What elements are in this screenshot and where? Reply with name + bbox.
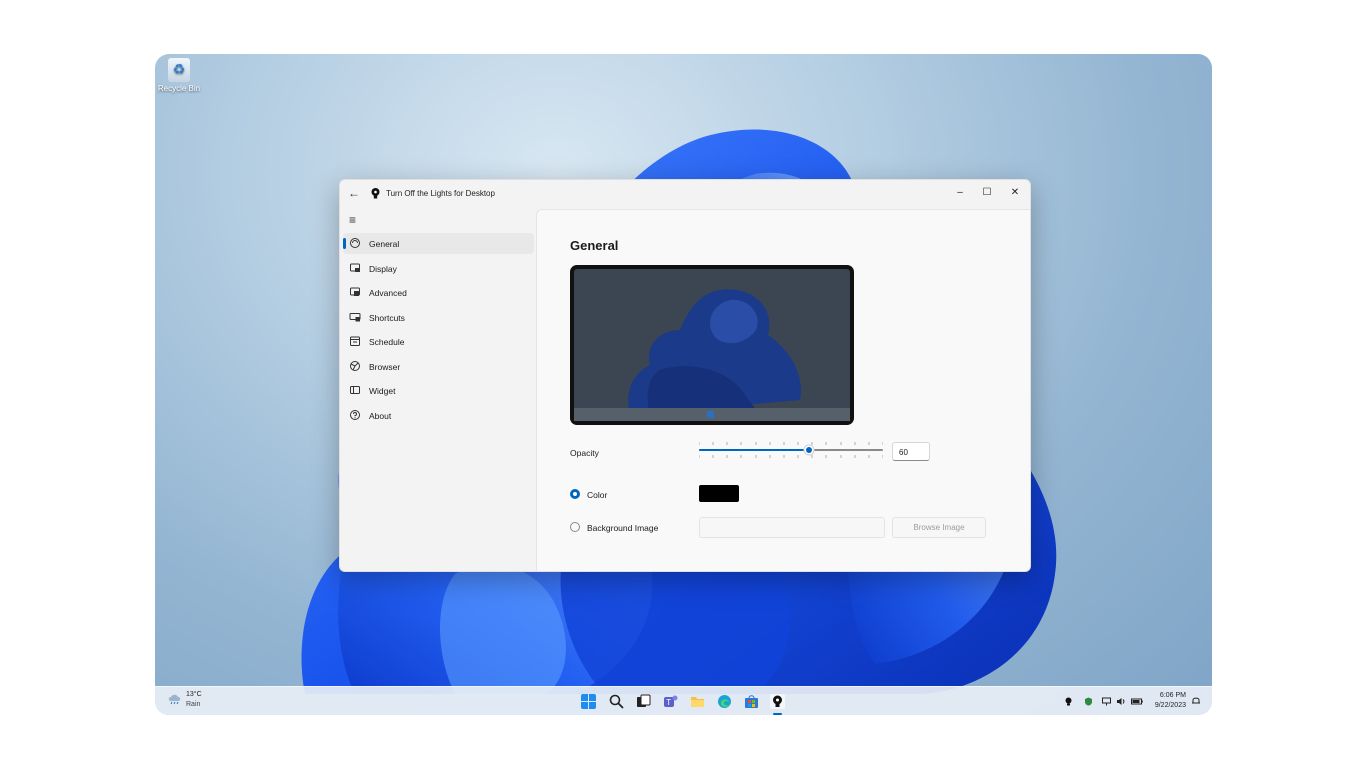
weather-temperature[interactable]: 13°C — [186, 691, 202, 698]
sidebar-item-label: General — [369, 239, 400, 249]
selection-indicator — [343, 238, 346, 249]
recycle-bin-label: Recycle Bin — [157, 84, 201, 93]
color-radio[interactable] — [570, 489, 580, 499]
advanced-icon — [350, 287, 360, 296]
app-window: ← Turn Off the Lights for Desktop – ☐ ✕ … — [339, 179, 1031, 572]
hamburger-menu-icon[interactable]: ≡ — [349, 213, 356, 227]
display-icon — [350, 263, 360, 272]
store-icon[interactable] — [744, 694, 759, 709]
network-icon[interactable] — [1102, 697, 1111, 706]
sidebar-item-label: About — [369, 410, 392, 421]
background-image-label[interactable]: Background Image — [587, 523, 658, 533]
sidebar-item-label: Shortcuts — [369, 312, 405, 323]
color-swatch-button[interactable] — [699, 485, 739, 502]
sidebar-item-label: Advanced — [369, 288, 407, 298]
clock-time: 6:06 PM — [1159, 692, 1186, 699]
sidebar-item-label: Display — [369, 263, 397, 274]
security-icon[interactable] — [1084, 697, 1093, 706]
file-explorer-icon[interactable] — [690, 694, 705, 709]
sidebar-item-label: Browser — [369, 361, 401, 372]
app-logo-icon — [371, 188, 380, 199]
recycle-bin-shortcut[interactable]: Recycle Bin — [157, 58, 201, 93]
maximize-button[interactable]: ☐ — [973, 184, 1001, 202]
start-icon[interactable] — [581, 694, 596, 709]
background-image-path-field[interactable] — [699, 517, 885, 538]
svg-text:T: T — [666, 698, 671, 707]
calendar-icon — [350, 336, 360, 346]
task-view-icon[interactable] — [636, 694, 651, 709]
general-icon — [350, 238, 360, 248]
desktop-preview — [570, 265, 854, 425]
sidebar-item-display[interactable]: Display — [343, 258, 534, 279]
clock-date: 9/22/2023 — [1154, 702, 1186, 709]
opacity-label: Opacity — [570, 448, 599, 458]
battery-icon[interactable] — [1131, 697, 1143, 706]
teams-icon[interactable]: T — [663, 694, 678, 709]
sidebar-item-advanced[interactable]: Advanced — [343, 282, 534, 303]
minimize-button[interactable]: – — [946, 184, 974, 202]
general-page: General Opacity 60 Color Background Imag… — [536, 209, 1030, 571]
opacity-value-input[interactable]: 60 — [892, 442, 930, 461]
globe-icon — [350, 360, 360, 371]
background-image-radio[interactable] — [570, 522, 580, 532]
notification-bell-icon[interactable] — [1192, 696, 1200, 705]
sidebar-item-about[interactable]: About — [343, 405, 534, 426]
sidebar-item-browser[interactable]: Browser — [343, 356, 534, 377]
widget-icon — [350, 386, 360, 394]
browse-image-button[interactable]: Browse Image — [892, 517, 986, 538]
page-title: General — [570, 238, 619, 253]
close-button[interactable]: ✕ — [1001, 184, 1029, 202]
weather-condition[interactable]: Rain — [186, 701, 200, 708]
recycle-bin-icon — [168, 58, 190, 82]
weather-rain-icon[interactable] — [167, 693, 183, 705]
opacity-slider[interactable] — [699, 439, 883, 461]
help-icon — [350, 409, 360, 420]
color-label[interactable]: Color — [587, 490, 607, 500]
preview-image — [574, 269, 850, 421]
taskbar-clock[interactable]: 6:06 PM 9/22/2023 — [1155, 691, 1186, 711]
sidebar-item-general[interactable]: General — [343, 233, 534, 254]
keyboard-icon — [349, 312, 361, 321]
volume-icon[interactable] — [1116, 697, 1125, 706]
active-app-indicator — [773, 713, 782, 715]
window-title: Turn Off the Lights for Desktop — [386, 189, 495, 198]
sidebar-item-label: Schedule — [369, 337, 405, 347]
taskbar: 13°C Rain T 6:06 PM 9/22/2023 — [155, 686, 1212, 715]
title-bar[interactable]: ← Turn Off the Lights for Desktop – ☐ ✕ — [340, 180, 1030, 208]
turn-off-the-lights-icon[interactable] — [770, 694, 785, 709]
sidebar-item-widget[interactable]: Widget — [343, 380, 534, 401]
sidebar-item-schedule[interactable]: Schedule — [343, 331, 534, 352]
edge-icon[interactable] — [717, 694, 732, 709]
sidebar-item-label: Widget — [369, 386, 396, 396]
sidebar-item-shortcuts[interactable]: Shortcuts — [343, 307, 534, 328]
lamp-icon[interactable] — [1064, 697, 1073, 706]
search-icon[interactable] — [609, 694, 624, 709]
back-arrow-icon[interactable]: ← — [348, 186, 360, 200]
